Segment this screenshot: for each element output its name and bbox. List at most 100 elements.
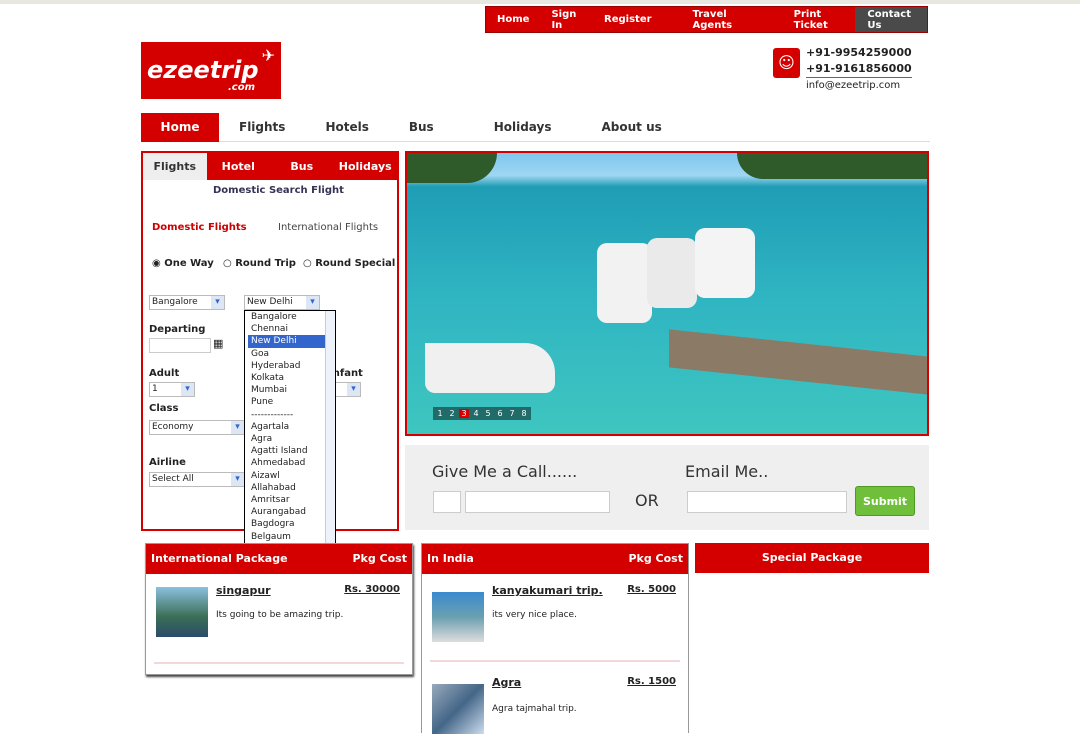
slide-page-button[interactable]: 7 — [507, 409, 517, 418]
tab-holidays[interactable]: Holidays — [334, 153, 398, 180]
or-separator: OR — [635, 491, 659, 510]
plane-icon: ✈ — [261, 46, 275, 65]
island-left — [407, 153, 497, 183]
dropdown-option[interactable]: Bagdogra — [248, 518, 335, 530]
dropdown-option[interactable]: New Delhi — [248, 335, 335, 348]
to-city-dropdown-list[interactable]: Bangalore Chennai New Delhi Goa Hyderabad Kol… — [244, 310, 336, 555]
top-nav-sign-in[interactable]: Sign In — [540, 9, 593, 31]
trip-type-one-way[interactable]: ◉ One Way — [152, 258, 214, 269]
tab-flights[interactable]: Flights — [143, 153, 207, 180]
special-package-title: Special Package — [761, 551, 863, 564]
india-package-title: In India — [427, 552, 474, 565]
pkg-cost-label: Pkg Cost — [628, 552, 683, 565]
package-name-link[interactable]: singapur — [216, 584, 271, 597]
dropdown-option[interactable]: Agatti Island — [248, 445, 335, 457]
island-right — [737, 153, 927, 179]
airline-label: Airline — [149, 457, 186, 468]
package-item: singapur Rs. 30000 Its going to be amazi… — [154, 574, 404, 664]
slide-page-button[interactable]: 4 — [471, 409, 481, 418]
callback-form: Give Me a Call...... OR Email Me.. — [405, 445, 929, 530]
special-package-header: Special Package — [695, 543, 929, 573]
country-code-input[interactable] — [433, 491, 461, 513]
top-nav-contact-us[interactable]: Contact Us — [855, 7, 928, 32]
adult-select[interactable]: 1 — [149, 382, 195, 397]
package-thumbnail[interactable] — [432, 592, 484, 642]
dropdown-option[interactable]: Agra — [248, 433, 335, 445]
nav-bus[interactable]: Bus — [389, 120, 474, 134]
nav-home[interactable]: Home — [141, 112, 219, 142]
email-input[interactable] — [687, 491, 847, 513]
nav-flights[interactable]: Flights — [219, 120, 305, 134]
dropdown-option[interactable]: Mumbai — [248, 384, 335, 396]
international-package-title: International Package — [151, 552, 288, 565]
dropdown-option[interactable]: Aurangabad — [248, 506, 335, 518]
nav-holidays[interactable]: Holidays — [474, 120, 582, 134]
round-trip-label: Round Trip — [235, 258, 296, 269]
top-nav-travel-agents[interactable]: Travel Agents — [682, 9, 783, 31]
slide-page-button[interactable]: 5 — [483, 409, 493, 418]
phone-1: +91-9954259000 — [806, 46, 912, 59]
trip-type-round-trip[interactable]: ○ Round Trip — [223, 258, 296, 269]
calendar-icon[interactable]: ▦ — [213, 337, 223, 350]
email-title: Email Me.. — [685, 462, 769, 481]
wooden-pier — [669, 329, 927, 395]
dropdown-option[interactable]: Agartala — [248, 421, 335, 433]
top-nav: Home Sign In Register Travel Agents Prin… — [485, 6, 928, 33]
dropdown-option[interactable]: Chennai — [248, 323, 335, 335]
boat — [695, 228, 755, 298]
top-nav-register[interactable]: Register — [593, 14, 682, 25]
trip-type-round-special[interactable]: ○ Round Special — [303, 258, 395, 269]
logo[interactable]: ezeetrip .com ✈ — [141, 42, 281, 99]
logo-suffix: .com — [227, 82, 255, 93]
slide-page-button[interactable]: 1 — [435, 409, 445, 418]
dropdown-option[interactable]: Amritsar — [248, 494, 335, 506]
dropdown-option[interactable]: Allahabad — [248, 482, 335, 494]
slide-page-button[interactable]: 6 — [495, 409, 505, 418]
dropdown-option[interactable]: Belgaum — [248, 531, 335, 543]
to-city-select[interactable]: New Delhi — [244, 295, 320, 310]
special-package-box: Special Package — [695, 543, 929, 573]
top-nav-print-ticket[interactable]: Print Ticket — [783, 9, 856, 31]
dropdown-option[interactable]: Aizawl — [248, 470, 335, 482]
slide-page-button[interactable]: 3 — [459, 409, 469, 418]
dropdown-option[interactable]: Goa — [248, 348, 335, 360]
support-agent-icon: ☺ — [773, 48, 800, 78]
package-price[interactable]: Rs. 1500 — [627, 676, 676, 687]
international-flights-link[interactable]: International Flights — [278, 222, 378, 233]
dropdown-option[interactable]: Pune — [248, 396, 335, 408]
package-description: Agra tajmahal trip. — [492, 704, 577, 714]
tab-bus[interactable]: Bus — [270, 153, 334, 180]
browser-strip — [0, 0, 1080, 4]
dropdown-option[interactable]: ------------- — [248, 409, 335, 421]
from-city-select[interactable]: Bangalore — [149, 295, 225, 310]
adult-label: Adult — [149, 368, 180, 379]
departing-label: Departing — [149, 324, 206, 335]
package-name-link[interactable]: Agra — [492, 676, 521, 689]
dropdown-option[interactable]: Hyderabad — [248, 360, 335, 372]
nav-hotels[interactable]: Hotels — [305, 120, 388, 134]
airline-select[interactable]: Select All — [149, 472, 245, 487]
submit-button[interactable]: Submit — [855, 486, 915, 516]
package-price[interactable]: Rs. 30000 — [344, 584, 400, 595]
tab-hotel[interactable]: Hotel — [207, 153, 271, 180]
search-tabs: Flights Hotel Bus Holidays — [143, 153, 397, 180]
dropdown-scrollbar[interactable] — [325, 311, 335, 554]
top-nav-home[interactable]: Home — [486, 14, 540, 25]
domestic-flights-link[interactable]: Domestic Flights — [152, 222, 247, 233]
boat — [425, 343, 555, 393]
package-name-link[interactable]: kanyakumari trip. — [492, 584, 603, 597]
dropdown-option[interactable]: Bangalore — [248, 311, 335, 323]
package-description: its very nice place. — [492, 610, 577, 620]
departing-date-input[interactable] — [149, 338, 211, 353]
package-thumbnail[interactable] — [156, 587, 208, 637]
dropdown-option[interactable]: Kolkata — [248, 372, 335, 384]
slide-page-button[interactable]: 2 — [447, 409, 457, 418]
phone-input[interactable] — [465, 491, 610, 513]
package-thumbnail[interactable] — [432, 684, 484, 734]
class-select[interactable]: Economy — [149, 420, 245, 435]
nav-about-us[interactable]: About us — [582, 120, 682, 134]
email-link[interactable]: info@ezeetrip.com — [806, 77, 912, 94]
package-price[interactable]: Rs. 5000 — [627, 584, 676, 595]
dropdown-option[interactable]: Ahmedabad — [248, 457, 335, 469]
slide-page-button[interactable]: 8 — [519, 409, 529, 418]
